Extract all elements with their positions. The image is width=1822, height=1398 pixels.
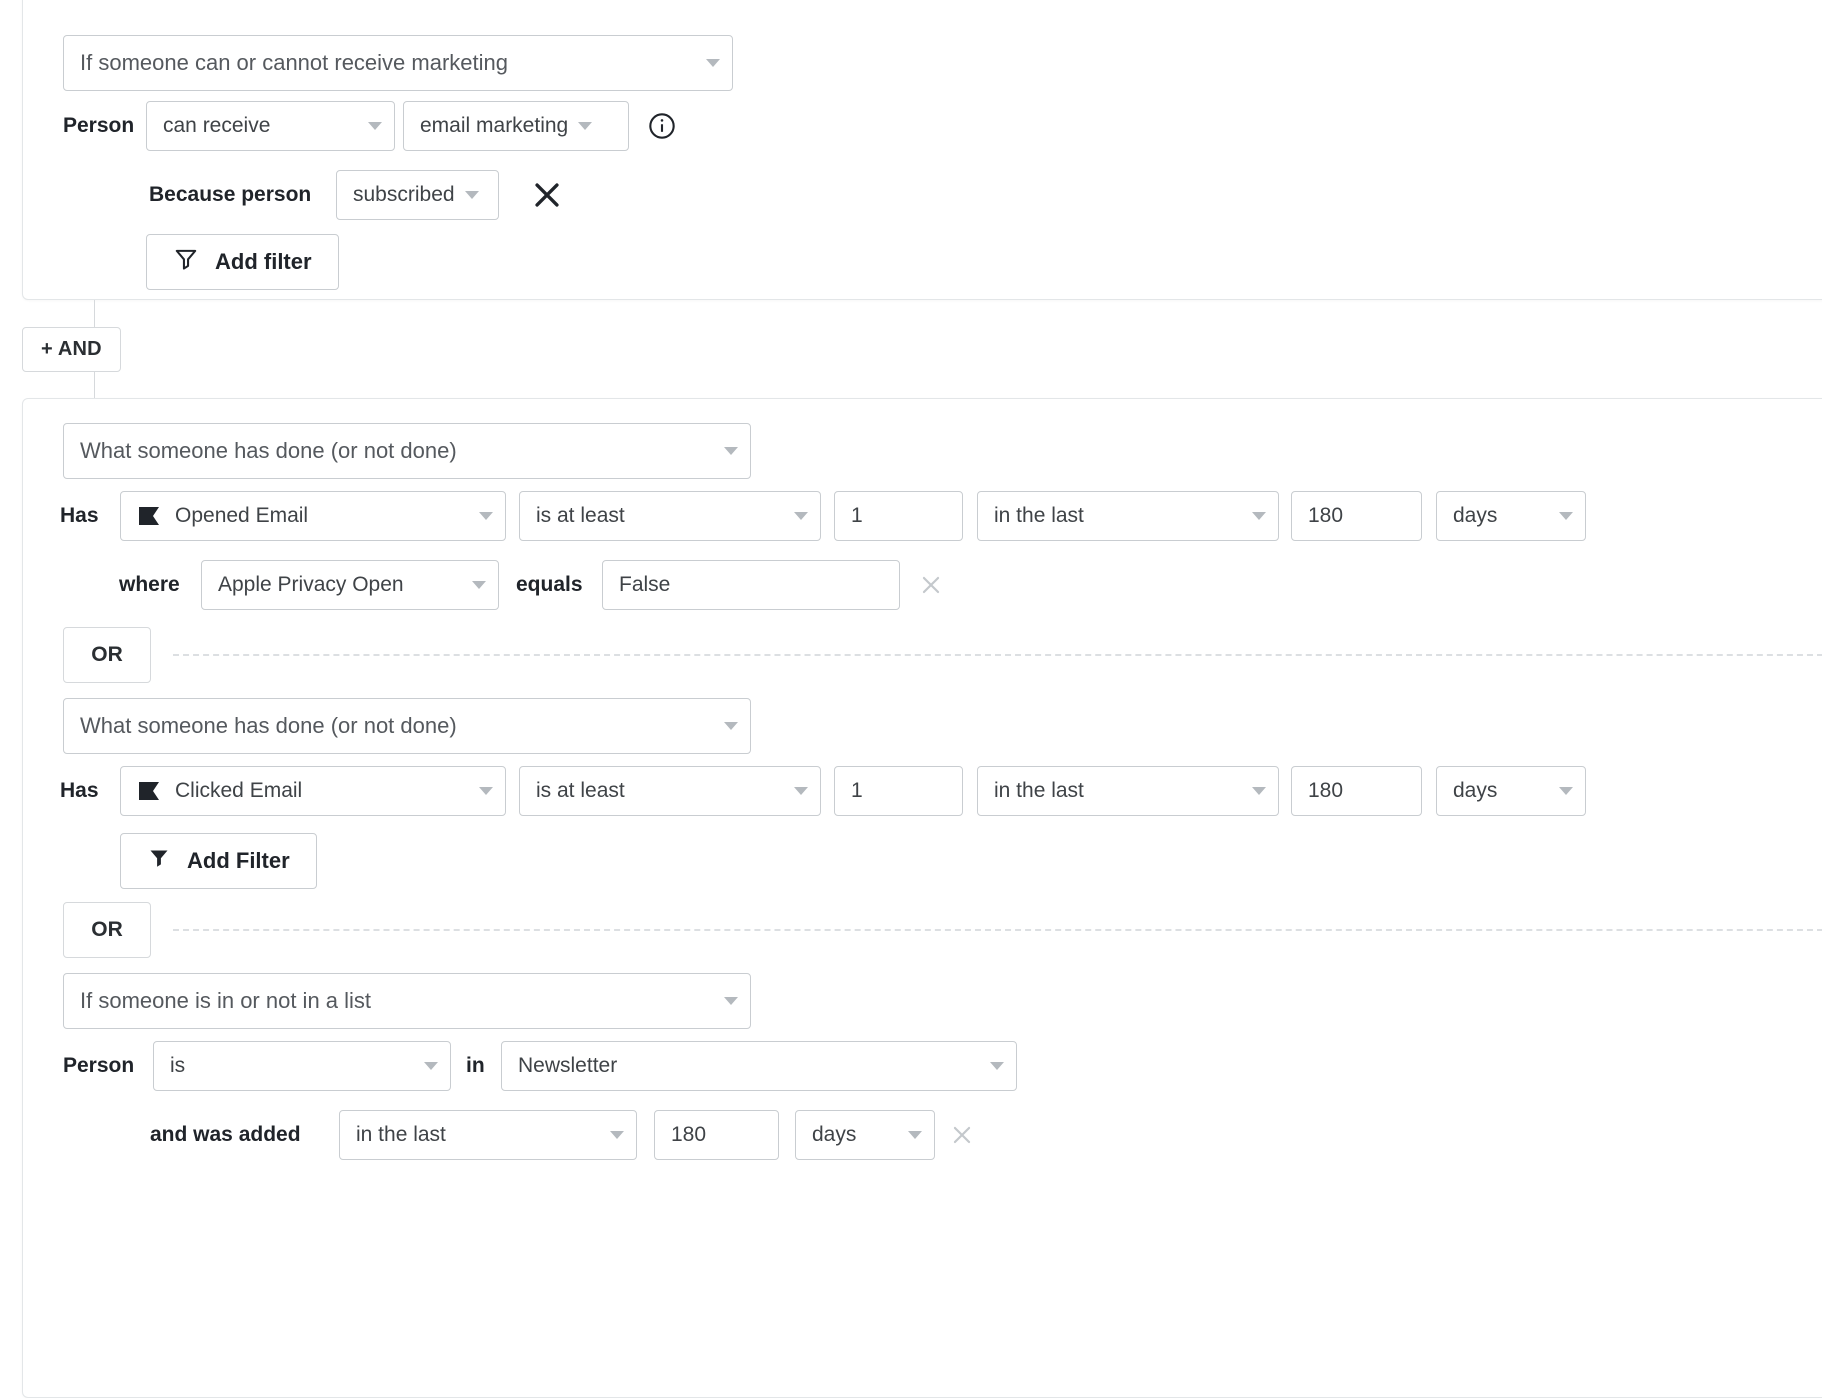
condition-type-select-clicked[interactable]: What someone has done (or not done) [63,698,751,754]
remove-added-filter-icon[interactable] [949,1122,975,1148]
added-timeframe-select[interactable]: in the last [339,1110,637,1160]
behavior-condition-card [22,398,1822,1398]
unit-label-clicked: days [1453,779,1497,803]
has-label-opened: Has [60,491,99,541]
because-reason-label: subscribed [353,183,455,207]
added-duration-input[interactable]: 180 [654,1110,779,1160]
metric-label-opened: Opened Email [175,504,308,528]
chevron-down-icon [368,122,382,130]
timeframe-label-clicked: in the last [994,779,1084,803]
in-label-list: in [466,1041,485,1091]
can-receive-select[interactable]: can receive [146,101,395,151]
filter-property-select-opened[interactable]: Apple Privacy Open [201,560,499,610]
chevron-down-icon [724,722,738,730]
has-label-clicked: Has [60,766,99,816]
person-label-list: Person [63,1041,134,1091]
unit-select-opened[interactable]: days [1436,491,1586,541]
or-divider-1: OR [63,627,1822,683]
list-name-label: Newsletter [518,1054,617,1078]
channel-select[interactable]: email marketing [403,101,629,151]
timeframe-select-clicked[interactable]: in the last [977,766,1279,816]
added-unit-label: days [812,1123,856,1147]
person-label-marketing: Person [63,101,134,151]
chevron-down-icon [1559,787,1573,795]
or-button-2[interactable]: OR [63,902,151,958]
unit-label-opened: days [1453,504,1497,528]
chevron-down-icon [724,997,738,1005]
chevron-down-icon [472,581,486,589]
chevron-down-icon [479,512,493,520]
filter-value-input-opened[interactable]: False [602,560,900,610]
chevron-down-icon [578,122,592,130]
can-receive-label: can receive [163,114,270,138]
or-dashed-line [173,929,1822,931]
chevron-down-icon [424,1062,438,1070]
condition-type-select-marketing[interactable]: If someone can or cannot receive marketi… [63,35,733,91]
add-filter-button-marketing[interactable]: Add filter [146,234,339,290]
count-input-opened[interactable]: 1 [834,491,963,541]
added-timeframe-label: in the last [356,1123,446,1147]
remove-filter-icon-opened[interactable] [918,572,944,598]
metric-label-clicked: Clicked Email [175,779,302,803]
chevron-down-icon [610,1131,624,1139]
duration-input-opened[interactable]: 180 [1291,491,1422,541]
filter-property-label-opened: Apple Privacy Open [218,573,404,597]
chevron-down-icon [706,59,720,67]
condition-type-label-list: If someone is in or not in a list [80,988,371,1014]
remove-because-icon[interactable] [530,178,564,212]
equals-label-opened: equals [516,560,583,610]
timeframe-label-opened: in the last [994,504,1084,528]
operator-label-opened: is at least [536,504,625,528]
info-icon[interactable] [648,112,676,140]
chevron-down-icon [794,512,808,520]
and-was-added-label: and was added [150,1110,301,1160]
add-filter-button-clicked[interactable]: Add Filter [120,833,317,889]
flag-icon [137,505,161,527]
and-connector: + AND [22,300,222,410]
or-divider-2: OR [63,902,1822,958]
chevron-down-icon [1559,512,1573,520]
operator-select-clicked[interactable]: is at least [519,766,821,816]
condition-type-label-clicked: What someone has done (or not done) [80,713,457,739]
condition-type-select-list[interactable]: If someone is in or not in a list [63,973,751,1029]
chevron-down-icon [794,787,808,795]
chevron-down-icon [479,787,493,795]
chevron-down-icon [465,191,479,199]
filter-icon [173,246,199,278]
chevron-down-icon [1252,512,1266,520]
operator-select-opened[interactable]: is at least [519,491,821,541]
or-button-1[interactable]: OR [63,627,151,683]
add-and-button[interactable]: + AND [22,327,121,372]
where-label-opened: where [119,560,180,610]
count-input-clicked[interactable]: 1 [834,766,963,816]
or-dashed-line [173,654,1822,656]
add-filter-label-marketing: Add filter [215,249,312,275]
because-reason-select[interactable]: subscribed [336,170,499,220]
chevron-down-icon [724,447,738,455]
list-name-select[interactable]: Newsletter [501,1041,1017,1091]
filter-icon [147,846,171,876]
list-membership-select[interactable]: is [153,1041,451,1091]
chevron-down-icon [908,1131,922,1139]
metric-select-opened[interactable]: Opened Email [120,491,506,541]
condition-type-label-marketing: If someone can or cannot receive marketi… [80,50,508,76]
condition-type-select-opened[interactable]: What someone has done (or not done) [63,423,751,479]
duration-input-clicked[interactable]: 180 [1291,766,1422,816]
chevron-down-icon [1252,787,1266,795]
added-unit-select[interactable]: days [795,1110,935,1160]
operator-label-clicked: is at least [536,779,625,803]
flag-icon [137,780,161,802]
timeframe-select-opened[interactable]: in the last [977,491,1279,541]
because-person-label: Because person [149,170,311,220]
list-membership-label: is [170,1054,185,1078]
condition-type-label-opened: What someone has done (or not done) [80,438,457,464]
chevron-down-icon [990,1062,1004,1070]
metric-select-clicked[interactable]: Clicked Email [120,766,506,816]
add-filter-label-clicked: Add Filter [187,848,290,874]
channel-label: email marketing [420,114,568,138]
unit-select-clicked[interactable]: days [1436,766,1586,816]
